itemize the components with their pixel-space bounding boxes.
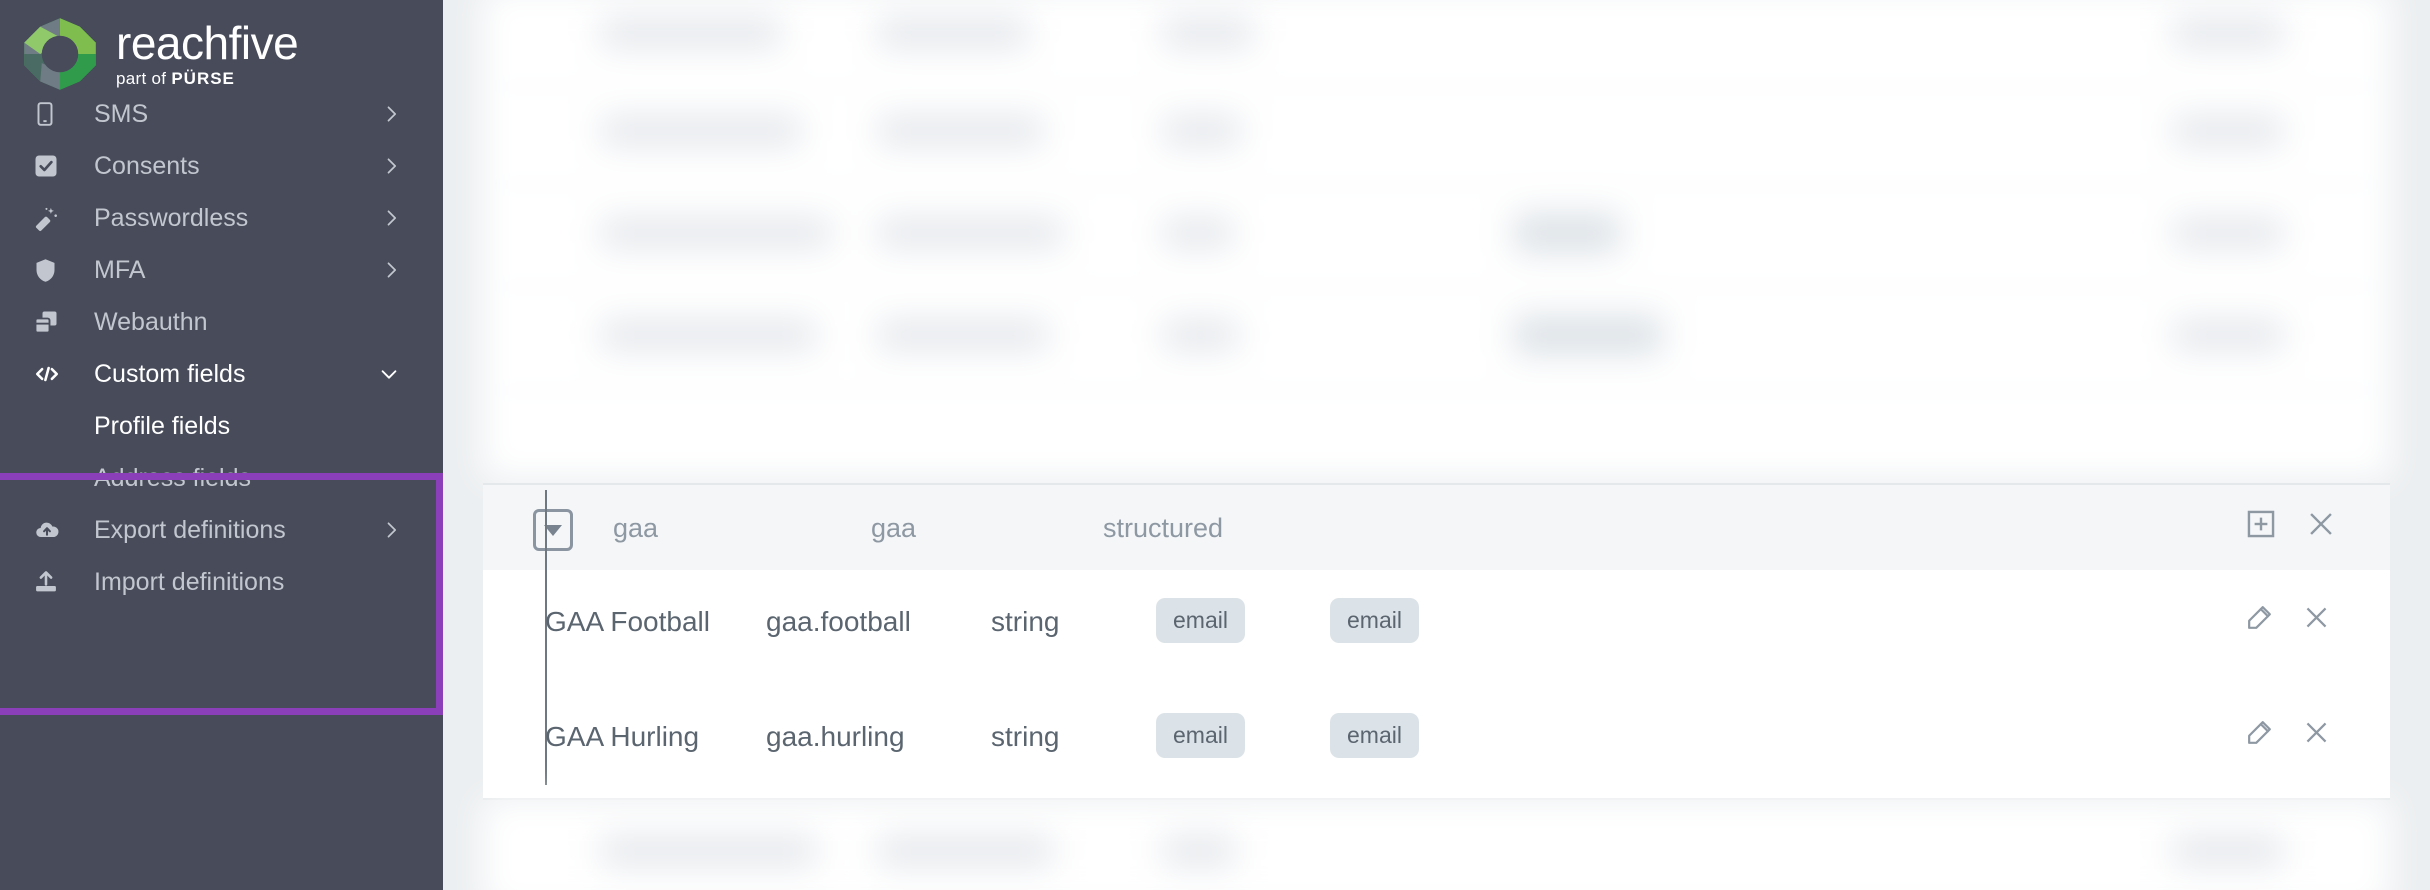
main-content: gaa gaa structured GAA Football gaa.foot… [443,0,2430,890]
sidebar-item-label: Consents [94,151,200,180]
sidebar-item-sms[interactable]: SMS [0,88,443,140]
tagline-brand: PÜRSE [171,68,235,88]
chevron-down-icon[interactable] [377,363,401,385]
group-name: gaa [613,513,659,543]
sidebar-item-label: MFA [94,255,146,284]
sidebar-item-label: Import definitions [94,567,285,596]
code-brackets-icon [32,361,74,387]
shield-icon [32,256,74,285]
sidebar-item-label: Passwordless [94,203,249,232]
chevron-right-icon [381,257,401,283]
chevron-right-icon [381,517,401,543]
sidebar: reachfive part of PÜRSE SMS Consents Pas… [0,0,443,890]
sidebar-subitem-label: Profile fields [94,411,231,440]
sidebar-item-label: Webauthn [94,307,208,336]
chevron-right-icon [381,101,401,127]
phone-icon [32,99,74,129]
sidebar-item-custom-fields[interactable]: Custom fields [0,348,443,400]
sidebar-item-profile-fields[interactable]: Profile fields [0,400,443,452]
sidebar-item-label: Export definitions [94,515,286,544]
sidebar-nav: SMS Consents Passwordless MFA Webauthn C… [0,88,443,608]
blurred-table-rows-below [483,800,2390,890]
group-header-row[interactable]: gaa gaa structured [483,483,2390,570]
group-actions [2244,507,2338,541]
magic-wand-icon [32,204,74,232]
cloud-upload-icon [32,517,74,543]
chevron-right-icon [381,153,401,179]
upload-tray-icon [32,568,74,596]
sidebar-item-import-definitions[interactable]: Import definitions [0,556,443,608]
field-type: string [991,721,1060,752]
sidebar-item-address-fields[interactable]: Address fields [0,452,443,504]
field-name: GAA Hurling [545,721,700,752]
group-type: structured [1103,513,1224,543]
table-row[interactable]: GAA Hurling gaa.hurling string email ema… [483,685,2390,800]
collapse-toggle-icon[interactable] [533,509,573,551]
sidebar-item-mfa[interactable]: MFA [0,244,443,296]
blurred-table-rows-above [483,0,2390,478]
sidebar-subitem-label: Address fields [94,463,252,492]
tagline-prefix: part of [116,68,172,88]
sidebar-item-export-definitions[interactable]: Export definitions [0,504,443,556]
field-name: GAA Football [545,606,710,637]
status-badge: email [1330,713,1419,758]
status-badge: email [1156,713,1245,758]
edit-pencil-icon[interactable] [2244,717,2275,748]
status-badge: email [1156,598,1245,643]
sidebar-item-label: Custom fields [94,359,246,388]
reachfive-octagon-logo [24,18,96,90]
field-path: gaa.football [766,606,911,637]
app-screen: gaa gaa structured GAA Football gaa.foot… [0,0,2430,890]
add-box-icon[interactable] [2244,507,2278,541]
table-row[interactable]: GAA Football gaa.football string email e… [483,570,2390,685]
close-icon[interactable] [2304,507,2338,541]
sidebar-item-passwordless[interactable]: Passwordless [0,192,443,244]
sidebar-item-consents[interactable]: Consents [0,140,443,192]
field-type: string [991,606,1060,637]
field-path: gaa.hurling [766,721,905,752]
edit-pencil-icon[interactable] [2244,602,2275,633]
status-badge: email [1330,598,1419,643]
chevron-right-icon [381,205,401,231]
sidebar-item-webauthn[interactable]: Webauthn [0,296,443,348]
row-actions [2244,602,2332,633]
brand-name: reachfive [116,16,299,69]
table-body: GAA Football gaa.football string email e… [483,490,2390,800]
row-actions [2244,717,2332,748]
brand-tagline: part of PÜRSE [116,69,298,89]
sidebar-item-label: SMS [94,99,149,128]
close-icon[interactable] [2301,717,2332,748]
windows-stack-icon [32,308,74,336]
group-path: gaa [871,513,917,543]
checkbox-icon [32,152,74,180]
close-icon[interactable] [2301,602,2332,633]
